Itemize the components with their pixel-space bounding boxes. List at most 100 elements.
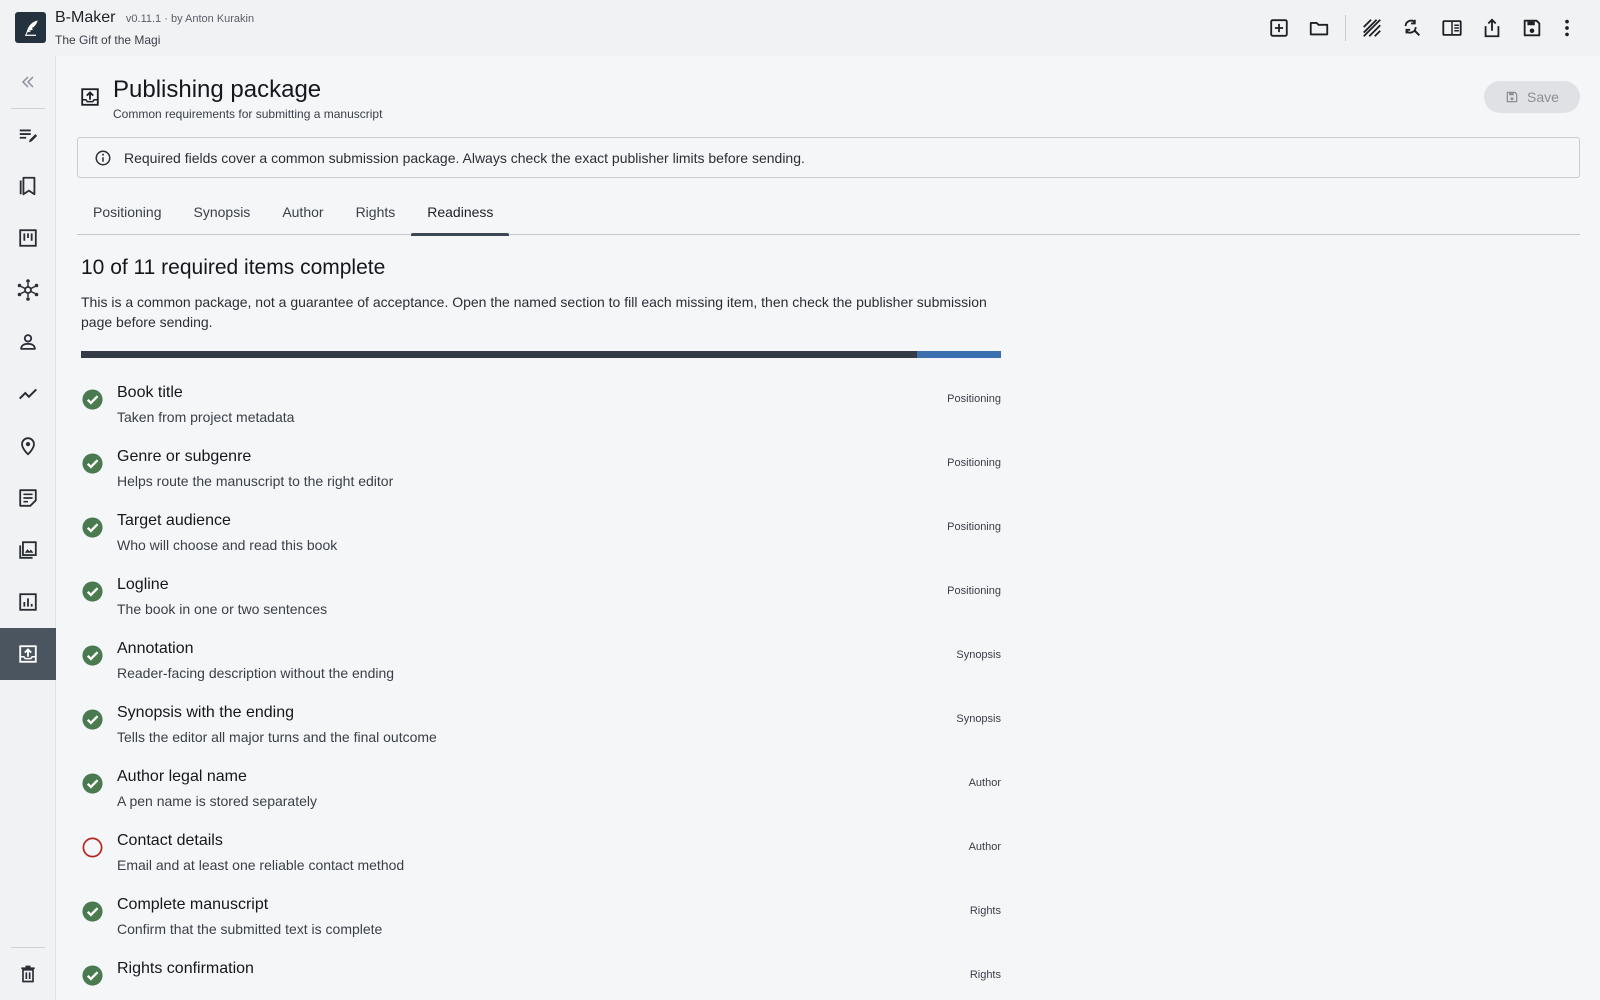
app-bar: B-Maker v0.11.1 · by Anton Kurakin The G…: [0, 0, 1600, 56]
checklist-item-section: Rights: [969, 969, 1001, 981]
checklist-item-title: Complete manuscript: [117, 896, 269, 913]
check-circle-icon: [81, 452, 104, 475]
more-menu-button[interactable]: [1552, 14, 1582, 42]
share-button[interactable]: [1472, 14, 1512, 42]
checklist-item[interactable]: Author legal name A pen name is stored s…: [81, 760, 1001, 824]
page-icon: [79, 86, 101, 113]
save-project-button[interactable]: [1512, 14, 1552, 42]
checklist-item-title: Book title: [117, 384, 183, 401]
checklist-item-section: Author: [968, 841, 1001, 853]
sidebar-item-timeline[interactable]: [0, 368, 56, 420]
sidebar-item-statistics[interactable]: [0, 576, 56, 628]
check-circle-icon: [81, 708, 104, 731]
stats-icon: [19, 593, 37, 611]
project-name: The Gift of the Magi: [55, 33, 161, 47]
checklist-item-description: Taken from project metadata: [117, 409, 295, 425]
tab-author[interactable]: Author: [266, 192, 339, 235]
find-replace-button[interactable]: [1392, 14, 1432, 42]
sticky-note-icon: [19, 489, 37, 507]
checklist-item-description: Confirm that the submitted text is compl…: [117, 921, 383, 937]
app-version: v0.11.1 · by Anton Kurakin: [125, 13, 255, 25]
checklist-item[interactable]: Complete manuscript Confirm that the sub…: [81, 888, 1001, 952]
share-icon: [1484, 18, 1500, 38]
sidebar-item-chapters[interactable]: [0, 160, 56, 212]
person-icon: [20, 334, 36, 350]
page-title: Publishing package: [113, 76, 322, 103]
app-name: B-Maker: [55, 9, 116, 26]
readiness-description: This is a common package, not a guarante…: [81, 294, 987, 330]
sidebar-item-board[interactable]: [0, 212, 56, 264]
checklist-item[interactable]: Contact details Email and at least one r…: [81, 824, 1001, 888]
sidebar-item-locations[interactable]: [0, 420, 56, 472]
hub-icon: [17, 279, 39, 301]
checklist-item-description: The book in one or two sentences: [117, 601, 328, 617]
tab-synopsis[interactable]: Synopsis: [178, 192, 267, 235]
photo-library-icon: [19, 541, 37, 559]
readiness-progress-fill: [81, 351, 918, 358]
save-button[interactable]: Save: [1484, 81, 1580, 113]
checklist-item-description: Who will choose and read this book: [117, 537, 338, 553]
info-text: Required fields cover a common submissio…: [124, 149, 805, 166]
sidebar: [0, 56, 56, 1000]
place-icon: [21, 437, 35, 456]
double-chevron-left-icon: [21, 76, 34, 88]
checklist-item-description: A pen name is stored separately: [117, 793, 318, 809]
new-project-button[interactable]: [1259, 14, 1299, 42]
checklist-item-section: Positioning: [947, 457, 1001, 469]
publish-icon: [81, 88, 99, 106]
split-view-icon: [1442, 20, 1462, 36]
requirements-checklist: Book title Taken from project metadata P…: [81, 376, 1001, 1000]
checklist-item-section: Synopsis: [956, 713, 1001, 725]
check-circle-icon: [81, 580, 104, 603]
empty-circle-icon: [81, 836, 104, 859]
checklist-item-section: Positioning: [947, 521, 1001, 533]
open-project-button[interactable]: [1299, 14, 1339, 42]
checklist-item-description: Reader-facing description without the en…: [117, 665, 395, 681]
checklist-item-section: Positioning: [947, 393, 1001, 405]
checklist-item-section: Rights: [969, 905, 1001, 917]
checklist-item-title: Genre or subgenre: [117, 448, 252, 465]
delete-icon: [21, 965, 35, 983]
checklist-item-section: Synopsis: [956, 649, 1001, 661]
checklist-item-title: Rights confirmation: [117, 960, 254, 977]
checklist-item-title: Annotation: [117, 640, 194, 657]
sidebar-collapse-button[interactable]: [0, 56, 56, 108]
checklist-item-title: Target audience: [117, 512, 231, 529]
tab-positioning[interactable]: Positioning: [77, 192, 178, 235]
texture-icon: [1363, 19, 1381, 37]
split-view-button[interactable]: [1432, 14, 1472, 42]
app-logo: [15, 12, 46, 43]
quill-icon: [24, 20, 38, 36]
texture-button[interactable]: [1352, 14, 1392, 42]
checklist-item[interactable]: Rights confirmation Rights: [81, 952, 1001, 1000]
edit-note-icon: [19, 129, 38, 143]
sidebar-item-editor[interactable]: [0, 109, 56, 161]
tab-readiness[interactable]: Readiness: [411, 192, 510, 236]
page-subtitle: Common requirements for submitting a man…: [113, 107, 383, 121]
checklist-item[interactable]: Book title Taken from project metadata P…: [81, 376, 1001, 440]
trend-icon: [19, 388, 37, 400]
check-circle-icon: [81, 644, 104, 667]
checklist-item-description: Tells the editor all major turns and the…: [117, 729, 437, 745]
sidebar-item-gallery[interactable]: [0, 524, 56, 576]
check-circle-icon: [81, 964, 104, 987]
sidebar-item-publishing[interactable]: [0, 628, 56, 680]
check-circle-icon: [81, 772, 104, 795]
checklist-item[interactable]: Synopsis with the ending Tells the edito…: [81, 696, 1001, 760]
checklist-item[interactable]: Annotation Reader-facing description wit…: [81, 632, 1001, 696]
checklist-item[interactable]: Genre or subgenre Helps route the manusc…: [81, 440, 1001, 504]
sidebar-item-trash[interactable]: [0, 948, 56, 1000]
sidebar-item-notes[interactable]: [0, 472, 56, 524]
toolbar: [1259, 14, 1582, 42]
sidebar-item-characters[interactable]: [0, 316, 56, 368]
checklist-item[interactable]: Target audience Who will choose and read…: [81, 504, 1001, 568]
tab-rights[interactable]: Rights: [340, 192, 412, 235]
checklist-item[interactable]: Logline The book in one or two sentences…: [81, 568, 1001, 632]
main-content: Publishing package Common requirements f…: [57, 56, 1600, 1000]
sidebar-item-graph[interactable]: [0, 264, 56, 316]
publish-icon: [19, 645, 37, 663]
checklist-item-title: Author legal name: [117, 768, 247, 785]
kanban-icon: [19, 229, 37, 247]
checklist-item-section: Positioning: [947, 585, 1001, 597]
add-box-icon: [1270, 19, 1288, 37]
